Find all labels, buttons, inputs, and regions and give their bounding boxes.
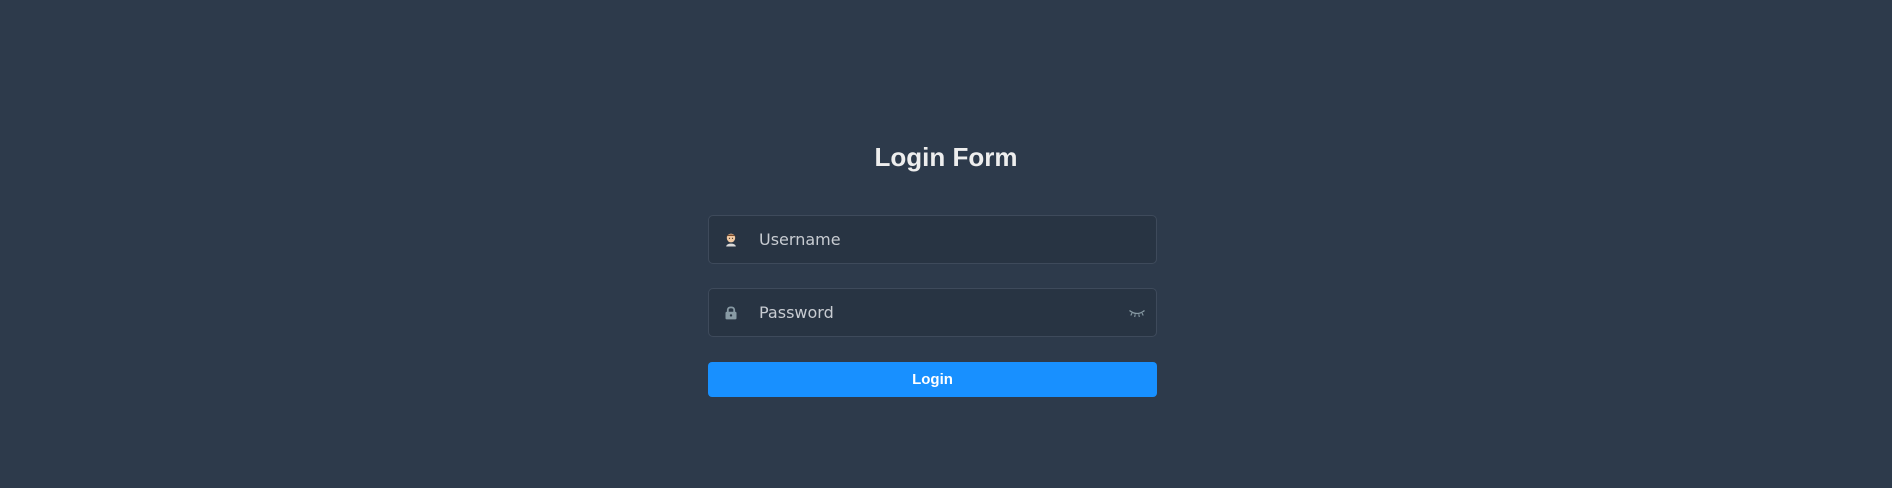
username-field[interactable] xyxy=(708,215,1157,264)
username-input[interactable] xyxy=(753,216,1156,263)
page-title: Login Form xyxy=(874,142,1018,172)
eye-closed-icon[interactable] xyxy=(1122,289,1152,336)
login-page: Login Form Username Login xyxy=(0,0,1892,488)
user-avatar-icon xyxy=(709,216,753,263)
login-button[interactable]: Login xyxy=(708,362,1157,397)
password-field[interactable] xyxy=(708,288,1157,337)
password-input[interactable] xyxy=(753,289,1122,336)
lock-icon xyxy=(709,289,753,336)
